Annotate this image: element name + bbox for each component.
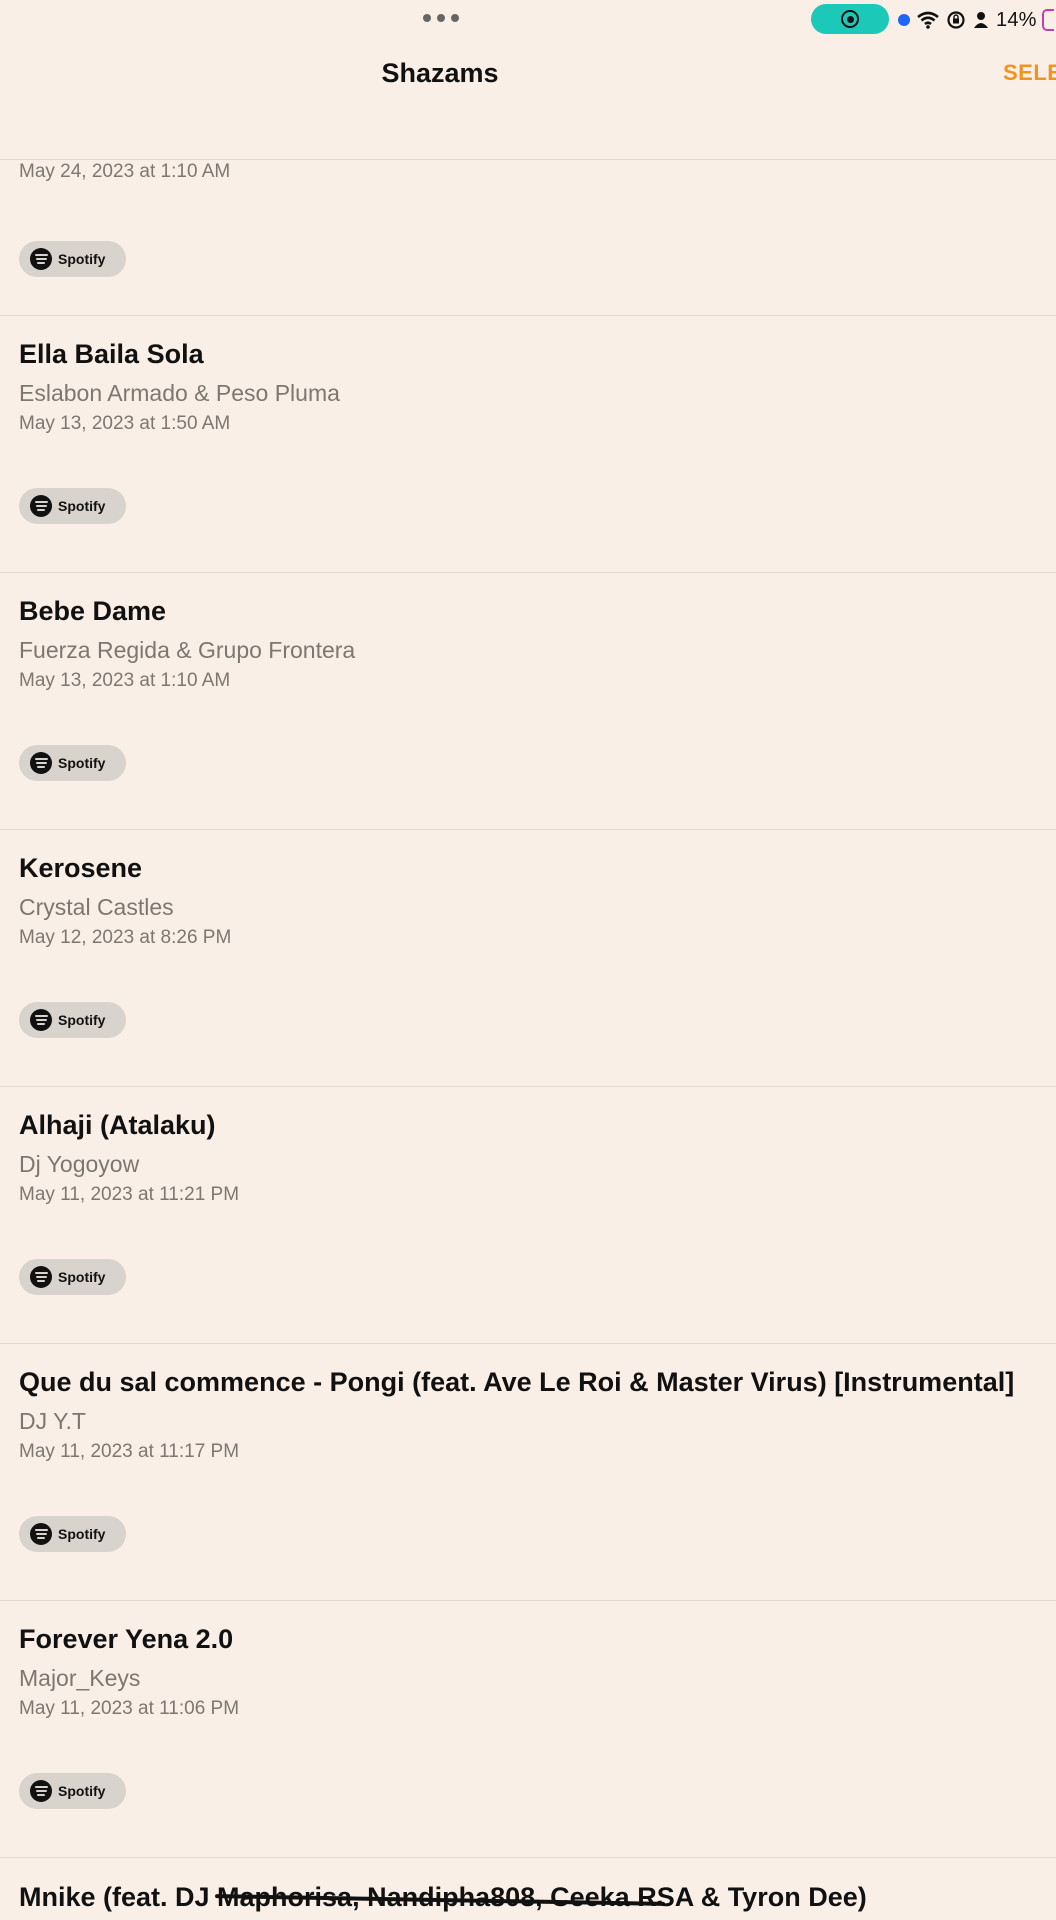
list-item[interactable]: May 24, 2023 at 1:10 AM Spotify xyxy=(0,161,1056,316)
shazam-date: May 13, 2023 at 1:10 AM xyxy=(19,670,231,691)
spotify-icon xyxy=(30,1266,52,1288)
song-title: Forever Yena 2.0 xyxy=(19,1624,234,1654)
battery-percent: 14% xyxy=(996,8,1037,31)
song-title: Bebe Dame xyxy=(19,596,167,626)
wifi-icon xyxy=(917,11,939,29)
status-icons: 14% xyxy=(898,7,1054,33)
spotify-icon xyxy=(30,1009,52,1031)
spotify-label: Spotify xyxy=(58,251,106,267)
spotify-label: Spotify xyxy=(58,1269,106,1285)
person-icon xyxy=(974,12,988,28)
song-title: Ella Baila Sola xyxy=(19,339,204,369)
song-title: Alhaji (Atalaku) xyxy=(19,1110,216,1140)
navigation-bar: Shazams SELE xyxy=(0,40,1056,160)
spotify-button[interactable]: Spotify xyxy=(19,1773,126,1809)
song-artist: Dj Yogoyow xyxy=(19,1151,140,1177)
list-item[interactable]: Forever Yena 2.0 Major_Keys May 11, 2023… xyxy=(0,1601,1056,1858)
location-dot-icon xyxy=(898,14,910,26)
shazam-date: May 11, 2023 at 11:06 PM xyxy=(19,1698,240,1719)
shazam-date: May 11, 2023 at 11:17 PM xyxy=(19,1441,240,1462)
more-dots-icon[interactable] xyxy=(423,14,459,24)
song-title: Que du sal commence - Pongi (feat. Ave L… xyxy=(19,1367,1015,1397)
shazam-list: May 24, 2023 at 1:10 AM Spotify Ella Bai… xyxy=(0,161,1056,1920)
song-artist: DJ Y.T xyxy=(19,1408,86,1434)
spotify-icon xyxy=(30,495,52,517)
shazam-date: May 24, 2023 at 1:10 AM xyxy=(19,161,231,182)
list-item[interactable]: Mnike (feat. DJ Maphorisa, Nandipha808, … xyxy=(0,1858,1056,1920)
spotify-button[interactable]: Spotify xyxy=(19,1259,126,1295)
song-artist: Fuerza Regida & Grupo Frontera xyxy=(19,637,356,663)
spotify-label: Spotify xyxy=(58,1783,106,1799)
status-bar: 14% xyxy=(0,0,1056,40)
song-artist: Major_Keys xyxy=(19,1665,141,1691)
list-item[interactable]: Ella Baila Sola Eslabon Armado & Peso Pl… xyxy=(0,316,1056,573)
spotify-label: Spotify xyxy=(58,755,106,771)
page-title: Shazams xyxy=(381,58,499,88)
spotify-button[interactable]: Spotify xyxy=(19,745,126,781)
shazam-date: May 11, 2023 at 11:21 PM xyxy=(19,1184,240,1205)
shazam-date: May 13, 2023 at 1:50 AM xyxy=(19,413,231,434)
spotify-icon xyxy=(30,1780,52,1802)
spotify-button[interactable]: Spotify xyxy=(19,241,126,277)
shazams-screen: 14% Shazams SELE May 24, 2023 at 1:10 AM… xyxy=(0,0,1056,1920)
list-item[interactable]: Alhaji (Atalaku) Dj Yogoyow May 11, 2023… xyxy=(0,1087,1056,1344)
list-item[interactable]: Bebe Dame Fuerza Regida & Grupo Frontera… xyxy=(0,573,1056,830)
spotify-button[interactable]: Spotify xyxy=(19,1516,126,1552)
spotify-label: Spotify xyxy=(58,498,106,514)
spotify-icon xyxy=(30,752,52,774)
shazam-date: May 12, 2023 at 8:26 PM xyxy=(19,927,232,948)
spotify-icon xyxy=(30,1523,52,1545)
rotation-lock-icon xyxy=(947,11,965,29)
spotify-icon xyxy=(30,248,52,270)
spotify-button[interactable]: Spotify xyxy=(19,488,126,524)
list-item[interactable]: Kerosene Crystal Castles May 12, 2023 at… xyxy=(0,830,1056,1087)
spotify-label: Spotify xyxy=(58,1012,106,1028)
spotify-label: Spotify xyxy=(58,1526,106,1542)
spotify-button[interactable]: Spotify xyxy=(19,1002,126,1038)
list-item[interactable]: Que du sal commence - Pongi (feat. Ave L… xyxy=(0,1344,1056,1601)
song-title: Kerosene xyxy=(19,853,143,883)
song-artist: Eslabon Armado & Peso Pluma xyxy=(19,380,340,406)
screen-record-icon[interactable] xyxy=(811,4,889,34)
song-artist: Crystal Castles xyxy=(19,894,174,920)
select-button[interactable]: SELE xyxy=(1003,60,1056,86)
battery-icon xyxy=(1041,9,1054,31)
